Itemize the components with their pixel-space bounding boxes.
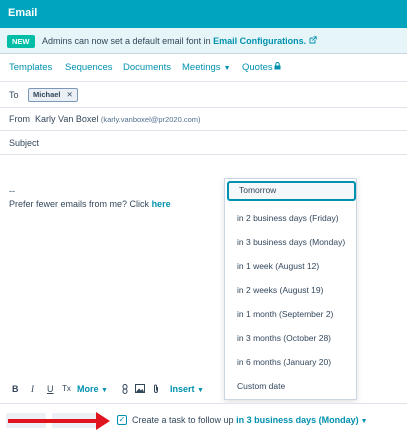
tab-meetings[interactable]: Meetings ▼ xyxy=(182,62,231,73)
to-label: To xyxy=(9,90,19,100)
attach-icon[interactable] xyxy=(152,384,160,396)
formatting-toolbar: B I U Tx More ▼ Insert ▼ xyxy=(0,382,224,400)
remove-recipient-icon[interactable]: ✕ xyxy=(67,90,73,99)
image-icon[interactable] xyxy=(135,384,145,395)
announcement-text: Admins can now set a default email font … xyxy=(42,36,211,46)
option-3-business-days[interactable]: in 3 business days (Monday) xyxy=(225,233,358,251)
from-label: From xyxy=(9,114,30,124)
italic-button[interactable]: I xyxy=(31,384,34,394)
option-6-months[interactable]: in 6 months (January 20) xyxy=(225,353,358,371)
prefer-fewer-text: Prefer fewer emails from me? Click xyxy=(9,199,150,209)
from-selector[interactable]: Karly Van Boxel (karly.vanboxel@pr2020.c… xyxy=(35,114,201,124)
option-2-business-days[interactable]: in 2 business days (Friday) xyxy=(225,209,358,227)
underline-button[interactable]: U xyxy=(47,384,54,394)
option-1-month[interactable]: in 1 month (September 2) xyxy=(225,305,358,323)
task-prefix: Create a task to follow up xyxy=(132,415,234,425)
chevron-down-icon: ▼ xyxy=(101,387,108,394)
to-row: To Michael ✕ xyxy=(0,82,407,108)
window-title: Email xyxy=(8,7,38,19)
announcement-banner: NEW Admins can now set a default email f… xyxy=(0,28,407,54)
follow-up-task-checkbox[interactable]: ✓ xyxy=(117,415,127,425)
recipient-name: Michael xyxy=(33,90,61,99)
external-link-icon xyxy=(309,36,317,46)
insert-label: Insert xyxy=(170,384,195,394)
announcement-message: Admins can now set a default email font … xyxy=(42,36,317,46)
signature-separator: -- xyxy=(9,186,15,196)
clear-formatting-button[interactable]: Tx xyxy=(62,384,71,393)
option-2-weeks[interactable]: in 2 weeks (August 19) xyxy=(225,281,358,299)
annotation-arrow-icon xyxy=(96,412,110,430)
more-label: More xyxy=(77,384,99,394)
email-configurations-link[interactable]: Email Configurations. xyxy=(213,36,306,46)
more-formatting-button[interactable]: More ▼ xyxy=(77,384,108,394)
lock-icon xyxy=(274,62,281,72)
option-3-months[interactable]: in 3 months (October 28) xyxy=(225,329,358,347)
chevron-down-icon[interactable]: ▼ xyxy=(361,418,368,425)
tab-meetings-label: Meetings xyxy=(182,62,221,73)
unsubscribe-text: Prefer fewer emails from me? Click here xyxy=(9,199,171,209)
follow-up-date-dropdown: Tomorrow in 2 business days (Friday) in … xyxy=(224,178,357,400)
subject-label: Subject xyxy=(9,138,40,148)
chevron-down-icon: ▼ xyxy=(223,65,231,72)
email-tools-bar: Templates Sequences Documents Meetings ▼ … xyxy=(0,54,407,82)
bold-button[interactable]: B xyxy=(12,384,19,394)
sender-name: Karly Van Boxel xyxy=(35,114,99,124)
new-badge: NEW xyxy=(7,35,35,48)
from-row: From Karly Van Boxel (karly.vanboxel@pr2… xyxy=(0,108,407,131)
option-1-week[interactable]: in 1 week (August 12) xyxy=(225,257,358,275)
unsubscribe-link[interactable]: here xyxy=(152,199,171,209)
follow-up-timing-selector[interactable]: in 3 business days (Monday) xyxy=(236,415,359,425)
tab-quotes-label: Quotes xyxy=(242,62,273,73)
annotation-arrow-shaft xyxy=(8,419,100,423)
sender-email: (karly.vanboxel@pr2020.com) xyxy=(100,115,201,124)
tab-sequences[interactable]: Sequences xyxy=(65,62,113,73)
tab-documents[interactable]: Documents xyxy=(123,62,171,73)
email-window-header: Email xyxy=(0,0,407,28)
subject-row[interactable]: Subject xyxy=(0,131,407,155)
follow-up-task-label: Create a task to follow up in 3 business… xyxy=(132,415,368,425)
option-tomorrow[interactable]: Tomorrow xyxy=(227,181,356,201)
email-footer: ✓ Create a task to follow up in 3 busine… xyxy=(0,403,407,436)
tab-templates[interactable]: Templates xyxy=(9,62,52,73)
tab-quotes[interactable]: Quotes xyxy=(242,62,281,73)
link-icon[interactable] xyxy=(121,384,129,396)
insert-button[interactable]: Insert ▼ xyxy=(170,384,204,394)
option-custom-date[interactable]: Custom date xyxy=(225,377,358,395)
recipient-chip[interactable]: Michael ✕ xyxy=(28,88,78,102)
chevron-down-icon: ▼ xyxy=(197,387,204,394)
